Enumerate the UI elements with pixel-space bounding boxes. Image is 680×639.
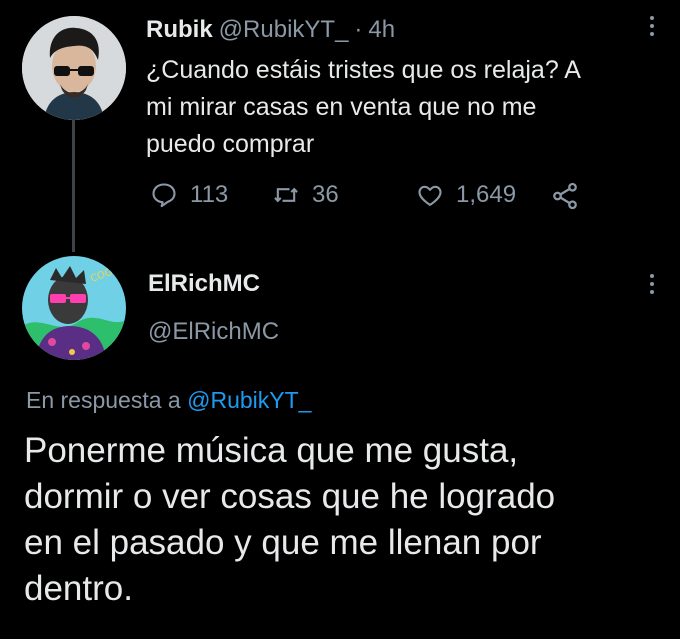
- tweet2-text-line: en el pasado y que me llenan por: [24, 523, 542, 562]
- thread-connector-line: [72, 120, 75, 252]
- tweet1-text: ¿Cuando estáis tristes que os relaja? A …: [146, 52, 666, 163]
- more-vertical-icon[interactable]: [644, 16, 660, 44]
- retweet-icon: [274, 187, 298, 203]
- tweet2-text-line: Ponerme música que me gusta,: [24, 431, 519, 470]
- like-button[interactable]: 1,649: [416, 181, 516, 209]
- tweet2-text-line: dormir o ver cosas que he logrado: [24, 477, 556, 516]
- heart-icon: [418, 185, 442, 206]
- tweet1-text-line: ¿Cuando estáis tristes que os relaja? A: [146, 56, 581, 84]
- share-button[interactable]: [550, 181, 582, 213]
- tweet2-text-line: dentro.: [24, 569, 133, 608]
- reply-prefix: En respuesta a: [26, 387, 181, 413]
- tweet1-text-line: puedo comprar: [146, 130, 315, 158]
- reply-count: 113: [190, 181, 229, 208]
- reply-context: En respuesta a @RubikYT_: [26, 387, 311, 414]
- avatar-rubik-image: [22, 16, 126, 120]
- reply-button[interactable]: 113: [150, 181, 228, 209]
- avatar-rubik[interactable]: [22, 16, 126, 120]
- tweet2-handle[interactable]: @ElRichMC: [148, 318, 279, 346]
- retweet-button[interactable]: 36: [272, 181, 339, 209]
- tweet2-text: Ponerme música que me gusta, dormir o ve…: [24, 428, 664, 612]
- tweet1-text-line: mi mirar casas en venta que no me: [146, 93, 537, 121]
- reply-icon: [152, 183, 176, 208]
- tweet2-display-name[interactable]: ElRichMC: [148, 270, 260, 298]
- tweet1-display-name[interactable]: Rubik: [146, 16, 213, 44]
- more-vertical-icon[interactable]: [644, 274, 660, 302]
- tweet1-separator: ·: [354, 16, 363, 43]
- like-count: 1,649: [456, 181, 517, 208]
- avatar-elrichmc-image: COOL: [22, 256, 126, 360]
- retweet-count: 36: [312, 181, 339, 208]
- tweet1-handle[interactable]: @RubikYT_: [219, 16, 349, 44]
- reply-to-link[interactable]: @RubikYT_: [187, 387, 311, 413]
- share-icon: [553, 182, 577, 210]
- tweet1-time[interactable]: 4h: [368, 16, 395, 44]
- avatar-elrichmc[interactable]: COOL: [22, 256, 126, 360]
- tweet1-header: Rubik @RubikYT_ · 4h: [146, 16, 395, 44]
